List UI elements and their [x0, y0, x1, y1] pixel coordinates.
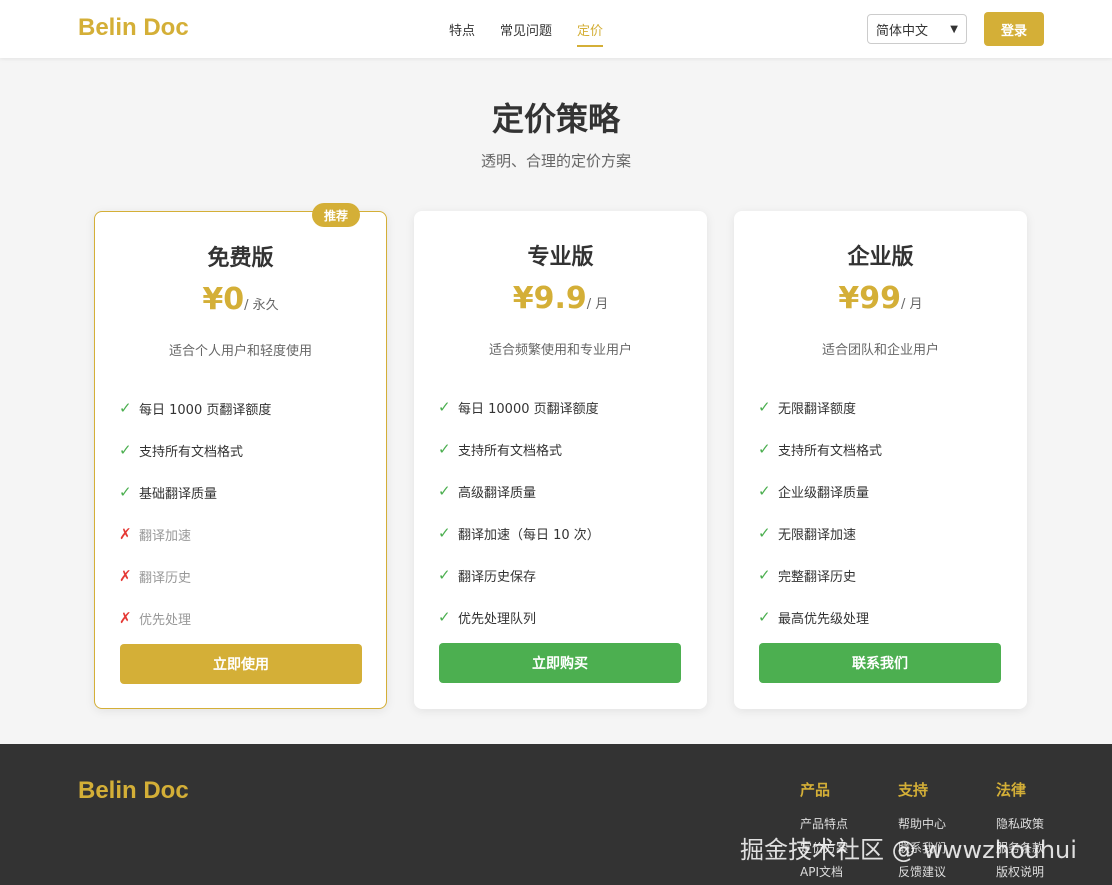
- check-icon: ✓: [438, 524, 451, 542]
- check-icon: ✓: [438, 566, 451, 584]
- feature-text: 优先处理: [139, 612, 192, 628]
- plan-price-row: ¥99/ 月: [734, 281, 1027, 316]
- check-icon: ✓: [438, 398, 451, 416]
- feature-item: ✓ 最高优先级处理: [758, 596, 882, 638]
- check-icon: ✓: [758, 440, 771, 458]
- chevron-down-icon: ▼: [950, 23, 958, 35]
- feature-text: 翻译加速（每日 10 次）: [458, 527, 600, 543]
- main-nav: 特点 常见问题 定价: [449, 20, 604, 47]
- plan-cta-button[interactable]: 联系我们: [759, 643, 1001, 683]
- feature-text: 基础翻译质量: [139, 486, 218, 502]
- feature-text: 每日 1000 页翻译额度: [139, 402, 272, 418]
- footer-column-title: 产品: [800, 781, 831, 799]
- footer-column-title: 支持: [898, 781, 929, 799]
- feature-text: 企业级翻译质量: [778, 485, 870, 501]
- cross-icon: ✗: [119, 609, 132, 627]
- footer-column-title: 法律: [996, 781, 1027, 799]
- feature-list: ✓ 每日 1000 页翻译额度 ✓ 支持所有文档格式 ✓ 基础翻译质量 ✗ 翻译加速 ✗ 翻译历史…: [119, 387, 271, 639]
- plan-description: 适合频繁使用和专业用户: [488, 343, 632, 358]
- feature-list: ✓ 无限翻译额度 ✓ 支持所有文档格式 ✓ 企业级翻译质量 ✓ 无限翻译加速 ✓ 完整翻译历史 ✓ 最…: [758, 386, 882, 638]
- top-header: Belin Doc 特点 常见问题 定价 简体中文 ▼ 登录: [0, 0, 1112, 58]
- nav-features[interactable]: 特点: [449, 20, 475, 47]
- feature-text: 高级翻译质量: [458, 485, 537, 501]
- feature-item: ✗ 优先处理: [119, 597, 271, 639]
- feature-list: ✓ 每日 10000 页翻译额度 ✓ 支持所有文档格式 ✓ 高级翻译质量 ✓ 翻译加速（每日 …: [438, 386, 600, 638]
- feature-text: 翻译历史保存: [458, 569, 537, 585]
- feature-text: 每日 10000 页翻译额度: [458, 401, 599, 417]
- page-title: 定价策略: [491, 100, 620, 138]
- nav-pricing[interactable]: 定价: [577, 20, 604, 47]
- recommended-badge: 推荐: [312, 203, 360, 227]
- check-icon: ✓: [758, 482, 771, 500]
- feature-text: 支持所有文档格式: [139, 444, 244, 460]
- feature-item: ✓ 无限翻译加速: [758, 512, 882, 554]
- feature-item: ✓ 每日 1000 页翻译额度: [119, 387, 271, 429]
- feature-item: ✗ 翻译加速: [119, 513, 271, 555]
- plan-period: / 月: [586, 297, 609, 312]
- footer-logo: Belin Doc: [78, 777, 189, 804]
- check-icon: ✓: [758, 566, 771, 584]
- feature-text: 翻译历史: [139, 570, 192, 586]
- check-icon: ✓: [438, 608, 451, 626]
- feature-item: ✓ 支持所有文档格式: [119, 429, 271, 471]
- language-select-value: 简体中文: [876, 23, 929, 39]
- feature-item: ✓ 基础翻译质量: [119, 471, 271, 513]
- feature-item: ✓ 完整翻译历史: [758, 554, 882, 596]
- check-icon: ✓: [119, 483, 132, 501]
- feature-item: ✓ 企业级翻译质量: [758, 470, 882, 512]
- pricing-card: 推荐免费版 ¥0/ 永久适合个人用户和轻度使用 ✓ 每日 1000 页翻译额度 ✓ 支持所…: [94, 203, 387, 709]
- feature-item: ✓ 无限翻译额度: [758, 386, 882, 428]
- plan-price-row: ¥0/ 永久: [95, 282, 386, 317]
- language-select[interactable]: 简体中文 ▼: [867, 14, 967, 44]
- feature-item: ✓ 支持所有文档格式: [438, 428, 600, 470]
- watermark: 掘金技术社区 @ wwwzhouhui: [740, 836, 1077, 864]
- feature-text: 优先处理队列: [458, 611, 537, 627]
- feature-text: 无限翻译加速: [778, 527, 857, 543]
- plan-description: 适合团队和企业用户: [821, 343, 939, 358]
- plan-cta-button[interactable]: 立即购买: [439, 643, 681, 683]
- plan-name: 企业版: [847, 245, 914, 270]
- check-icon: ✓: [119, 441, 132, 459]
- feature-text: 支持所有文档格式: [458, 443, 563, 459]
- logo[interactable]: Belin Doc: [78, 14, 189, 42]
- feature-text: 完整翻译历史: [778, 569, 857, 585]
- plan-price: ¥0: [202, 282, 245, 317]
- feature-item: ✓ 每日 10000 页翻译额度: [438, 386, 600, 428]
- plan-price: ¥99: [838, 281, 902, 316]
- login-button[interactable]: 登录: [984, 12, 1044, 46]
- check-icon: ✓: [758, 608, 771, 626]
- feature-text: 翻译加速: [139, 528, 192, 544]
- check-icon: ✓: [758, 524, 771, 542]
- feature-item: ✓ 支持所有文档格式: [758, 428, 882, 470]
- check-icon: ✓: [438, 482, 451, 500]
- feature-item: ✓ 优先处理队列: [438, 596, 600, 638]
- plan-name: 免费版: [207, 246, 274, 271]
- check-icon: ✓: [119, 399, 132, 417]
- feature-item: ✓ 高级翻译质量: [438, 470, 600, 512]
- feature-item: ✓ 翻译历史保存: [438, 554, 600, 596]
- plan-cta-button[interactable]: 立即使用: [120, 644, 362, 684]
- plan-price-row: ¥9.9/ 月: [414, 281, 707, 316]
- plan-period: / 永久: [244, 298, 279, 313]
- check-icon: ✓: [438, 440, 451, 458]
- check-icon: ✓: [758, 398, 771, 416]
- pricing-card: 专业版 ¥9.9/ 月适合频繁使用和专业用户 ✓ 每日 10000 页翻译额度 ✓ 支持所…: [414, 211, 707, 709]
- plan-price: ¥9.9: [512, 281, 587, 316]
- nav-faq[interactable]: 常见问题: [500, 20, 552, 47]
- plan-period: / 月: [901, 297, 923, 312]
- plan-description: 适合个人用户和轻度使用: [168, 344, 312, 359]
- feature-text: 无限翻译额度: [778, 401, 857, 417]
- feature-item: ✗ 翻译历史: [119, 555, 271, 597]
- plan-name: 专业版: [527, 245, 594, 270]
- page-subtitle: 透明、合理的定价方案: [480, 152, 631, 170]
- feature-text: 支持所有文档格式: [778, 443, 883, 459]
- cross-icon: ✗: [119, 567, 132, 585]
- pricing-card: 企业版 ¥99/ 月适合团队和企业用户 ✓ 无限翻译额度 ✓ 支持所有文档格式 ✓ 企业级翻译…: [734, 211, 1027, 709]
- feature-item: ✓ 翻译加速（每日 10 次）: [438, 512, 600, 554]
- feature-text: 最高优先级处理: [778, 611, 870, 627]
- cross-icon: ✗: [119, 525, 132, 543]
